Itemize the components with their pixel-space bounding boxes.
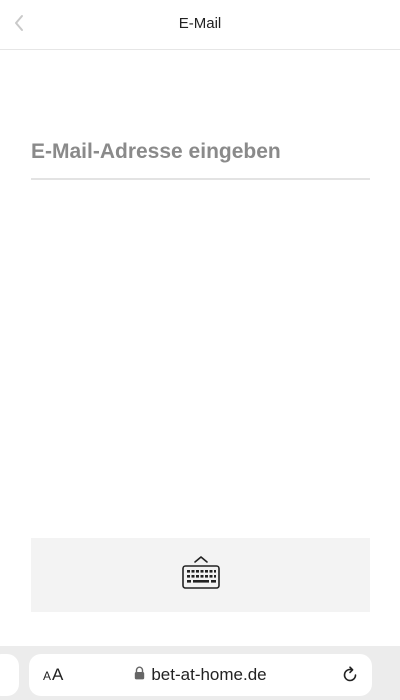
keyboard-icon: [181, 555, 221, 596]
url-display[interactable]: bet-at-home.de: [29, 665, 372, 685]
header: E-Mail: [0, 0, 400, 50]
lock-icon: [134, 666, 145, 685]
email-field: [31, 136, 370, 180]
page-title: E-Mail: [178, 15, 222, 32]
keyboard-toggle[interactable]: [31, 538, 370, 612]
email-input[interactable]: [31, 136, 370, 168]
url-text: bet-at-home.de: [151, 665, 267, 684]
address-bar[interactable]: A A bet-at-home.de: [29, 654, 372, 696]
screen: E-Mail E-Mail-Adresse eingeben A A bet-a…: [0, 0, 400, 700]
reload-button[interactable]: [340, 665, 360, 685]
previous-tab[interactable]: [0, 654, 19, 696]
reload-icon: [340, 666, 360, 689]
browser-bar: A A bet-at-home.de: [0, 646, 400, 700]
